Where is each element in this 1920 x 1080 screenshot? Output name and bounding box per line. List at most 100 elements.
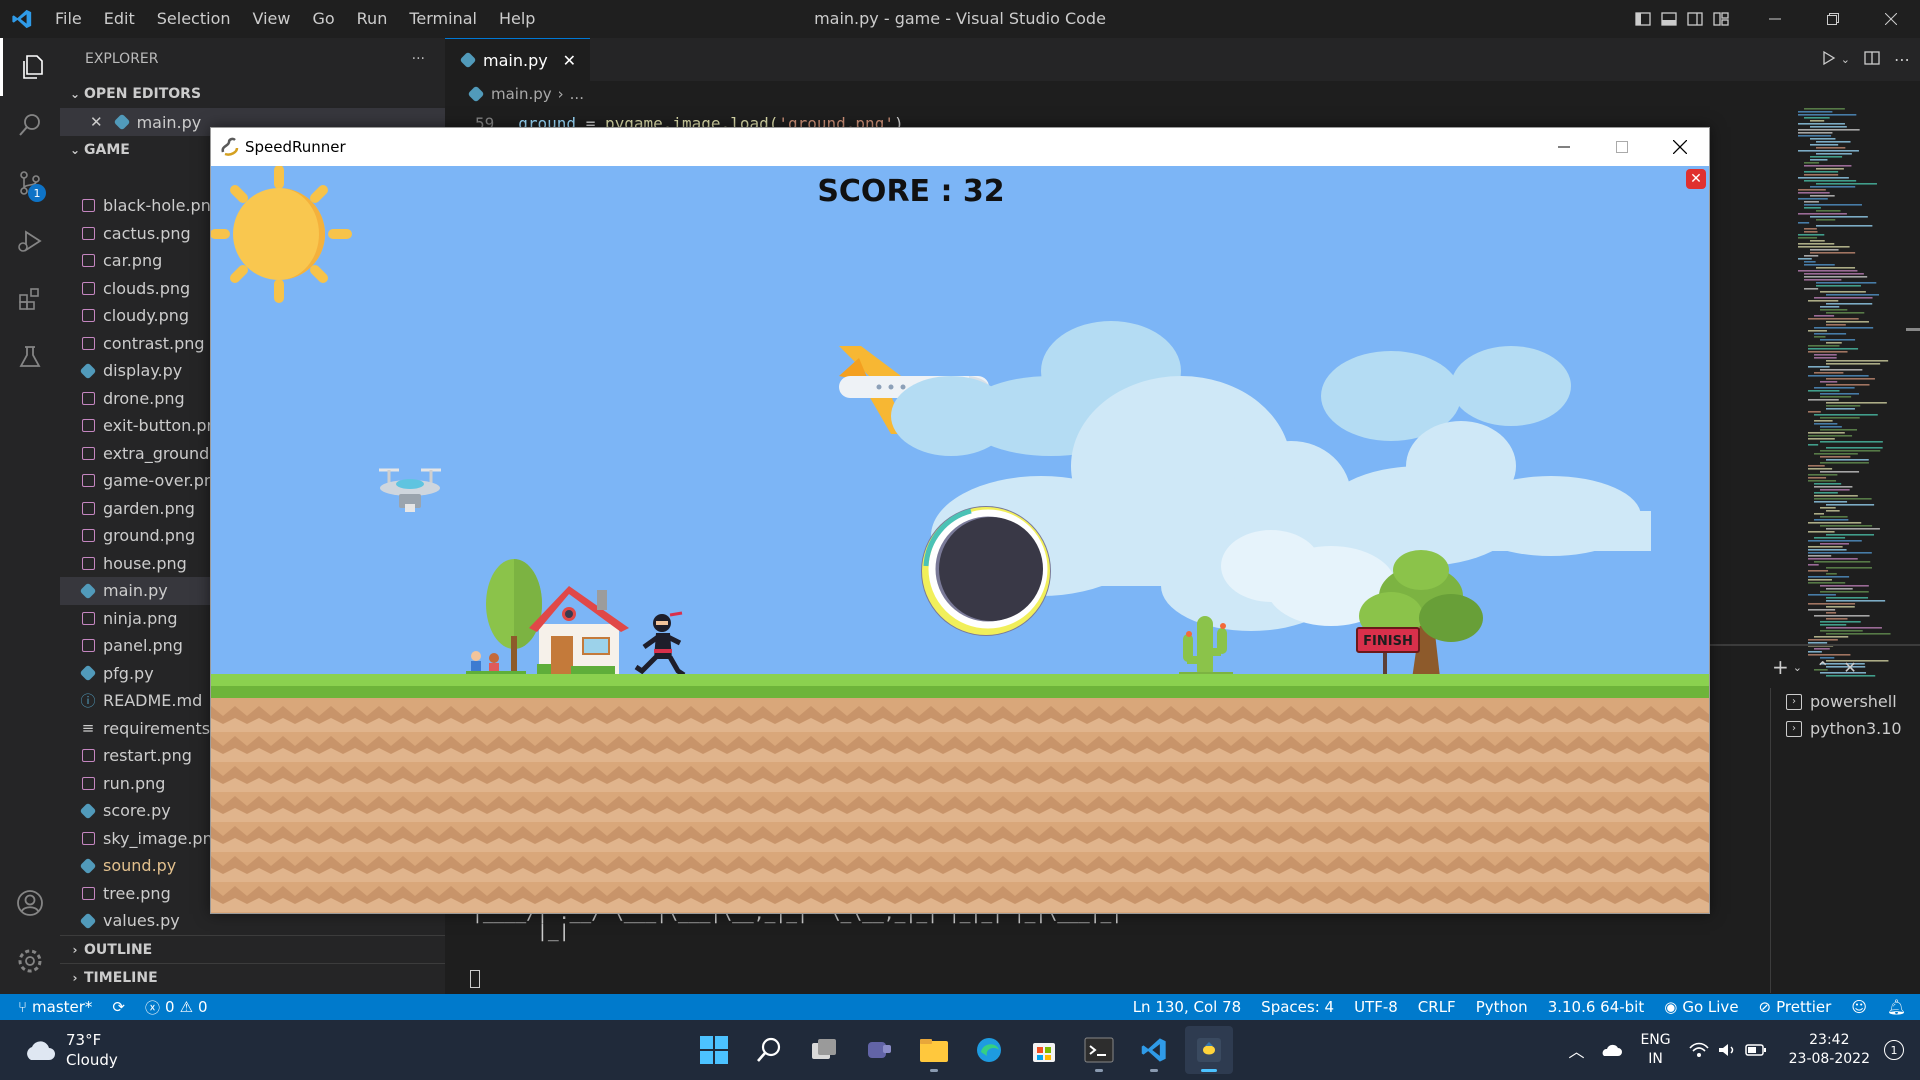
close-tab-icon[interactable]: ✕ <box>563 51 576 70</box>
file-name: car.png <box>103 251 163 271</box>
cursor-position[interactable]: Ln 130, Col 78 <box>1123 998 1251 1016</box>
toggle-primary-sidebar-icon[interactable] <box>1630 0 1656 38</box>
explorer-icon[interactable] <box>0 38 60 96</box>
minimize-window-icon[interactable] <box>1535 128 1593 166</box>
more-actions-icon[interactable]: ··· <box>412 51 425 67</box>
game-title-bar[interactable]: SpeedRunner <box>211 128 1709 166</box>
python-app-icon[interactable] <box>1185 1026 1233 1074</box>
split-editor-icon[interactable] <box>1864 50 1880 70</box>
search-icon[interactable] <box>0 96 60 154</box>
terminal-item-powershell[interactable]: › powershell <box>1786 688 1920 715</box>
menu-item-edit[interactable]: Edit <box>93 0 146 38</box>
tab-main-py[interactable]: main.py ✕ <box>445 38 590 81</box>
file-explorer-icon[interactable] <box>910 1026 958 1074</box>
restore-window-icon[interactable] <box>1804 0 1862 38</box>
menu-item-selection[interactable]: Selection <box>146 0 242 38</box>
minimap-line <box>1826 402 1887 404</box>
minimap[interactable] <box>1798 108 1908 678</box>
battery-icon[interactable] <box>1744 1043 1767 1057</box>
close-window-icon[interactable] <box>1651 128 1709 166</box>
go-live-button[interactable]: ◉ Go Live <box>1654 998 1748 1016</box>
language-indicator[interactable]: ENG IN <box>1640 1031 1670 1069</box>
outline-section[interactable]: › OUTLINE <box>60 935 445 963</box>
toggle-panel-icon[interactable] <box>1656 0 1682 38</box>
breadcrumb-more[interactable]: ... <box>570 85 584 103</box>
minimap-line <box>1820 450 1881 452</box>
menu-bar: File Edit Selection View Go Run Terminal Help <box>44 0 546 38</box>
notification-count[interactable]: 1 <box>1884 1040 1904 1060</box>
start-button[interactable] <box>690 1026 738 1074</box>
speedrunner-window[interactable]: SpeedRunner FINISH SCORE: 32 ✕ <box>210 127 1710 914</box>
menu-item-go[interactable]: Go <box>301 0 345 38</box>
onedrive-cloud-icon[interactable] <box>1600 1043 1623 1057</box>
problems-status[interactable]: ⓧ 0 ⚠ 0 <box>135 997 218 1018</box>
toggle-secondary-sidebar-icon[interactable] <box>1682 0 1708 38</box>
edge-browser-icon[interactable] <box>965 1026 1013 1074</box>
close-icon[interactable]: ✕ <box>90 113 103 131</box>
terminal-item-python[interactable]: › python3.10 <box>1786 715 1920 742</box>
microsoft-store-icon[interactable] <box>1020 1026 1068 1074</box>
end-of-line[interactable]: CRLF <box>1408 998 1466 1016</box>
maximize-panel-icon[interactable]: ⌃ <box>1816 658 1829 677</box>
chevron-down-icon: ⌄ <box>69 143 81 157</box>
chevron-down-icon[interactable]: ⌄ <box>1841 53 1850 66</box>
chevron-down-icon[interactable]: ⌄ <box>1793 661 1802 674</box>
python-file-icon <box>79 664 97 682</box>
source-control-icon[interactable]: 1 <box>0 154 60 212</box>
breadcrumb-file[interactable]: main.py <box>491 85 552 103</box>
minimize-window-icon[interactable] <box>1746 0 1804 38</box>
testing-icon[interactable] <box>0 328 60 386</box>
sync-icon[interactable]: ⟳ <box>102 998 135 1016</box>
account-icon[interactable] <box>0 874 60 932</box>
minimap-line <box>1808 348 1859 350</box>
close-window-icon[interactable] <box>1862 0 1920 38</box>
teams-chat-icon[interactable] <box>855 1026 903 1074</box>
run-debug-icon[interactable] <box>0 212 60 270</box>
extensions-icon[interactable] <box>0 270 60 328</box>
minimap-line <box>1826 408 1855 410</box>
menu-item-help[interactable]: Help <box>488 0 546 38</box>
encoding[interactable]: UTF-8 <box>1344 998 1408 1016</box>
volume-icon[interactable] <box>1717 1042 1737 1058</box>
menu-item-view[interactable]: View <box>242 0 302 38</box>
feedback-icon[interactable]: ☺ <box>1841 998 1877 1016</box>
notifications-bell-icon[interactable]: 🔔︎ <box>1877 998 1920 1016</box>
prettier-button[interactable]: ⊘ Prettier <box>1749 998 1842 1016</box>
indentation[interactable]: Spaces: 4 <box>1251 998 1344 1016</box>
game-canvas[interactable]: FINISH SCORE : 32 ✕ <box>211 166 1709 913</box>
timeline-section[interactable]: › TIMELINE <box>60 963 445 991</box>
menu-item-run[interactable]: Run <box>346 0 399 38</box>
chevron-up-icon[interactable]: ︿ <box>1568 1038 1584 1062</box>
customize-layout-icon[interactable] <box>1708 0 1734 38</box>
task-view-icon[interactable] <box>800 1026 848 1074</box>
maximize-window-icon[interactable] <box>1593 128 1651 166</box>
more-actions-icon[interactable]: ⋯ <box>1894 50 1910 69</box>
close-panel-icon[interactable]: ✕ <box>1843 658 1856 677</box>
manage-gear-icon[interactable] <box>0 932 60 990</box>
python-interpreter[interactable]: 3.10.6 64-bit <box>1538 998 1655 1016</box>
open-editors-section[interactable]: ⌄ OPEN EDITORS <box>60 80 445 108</box>
minimap-line <box>1814 486 1853 488</box>
file-name: exit-button.png <box>103 416 227 436</box>
search-icon[interactable] <box>745 1026 793 1074</box>
menu-item-terminal[interactable]: Terminal <box>398 0 488 38</box>
file-name: panel.png <box>103 636 183 656</box>
branch-status[interactable]: ⑂ master* <box>0 998 102 1016</box>
scrollbar-thumb[interactable] <box>1906 328 1920 331</box>
minimap-line <box>1820 516 1848 518</box>
new-terminal-icon[interactable]: + <box>1772 655 1789 679</box>
terminal-name: python3.10 <box>1810 719 1902 738</box>
run-file-icon[interactable] <box>1821 50 1837 70</box>
weather-widget[interactable]: 73°F Cloudy <box>22 1030 118 1070</box>
vscode-app-icon[interactable] <box>1130 1026 1178 1074</box>
terminal-app-icon[interactable] <box>1075 1026 1123 1074</box>
exit-button-icon[interactable]: ✕ <box>1686 169 1706 189</box>
clock[interactable]: 23:42 23-08-2022 <box>1789 1031 1870 1069</box>
language-mode[interactable]: Python <box>1466 998 1538 1016</box>
minimap-line <box>1826 633 1891 635</box>
wifi-icon[interactable] <box>1689 1042 1709 1058</box>
minimap-line <box>1814 420 1833 422</box>
minimap-line <box>1814 354 1837 356</box>
minimap-line <box>1826 510 1840 512</box>
menu-item-file[interactable]: File <box>44 0 93 38</box>
